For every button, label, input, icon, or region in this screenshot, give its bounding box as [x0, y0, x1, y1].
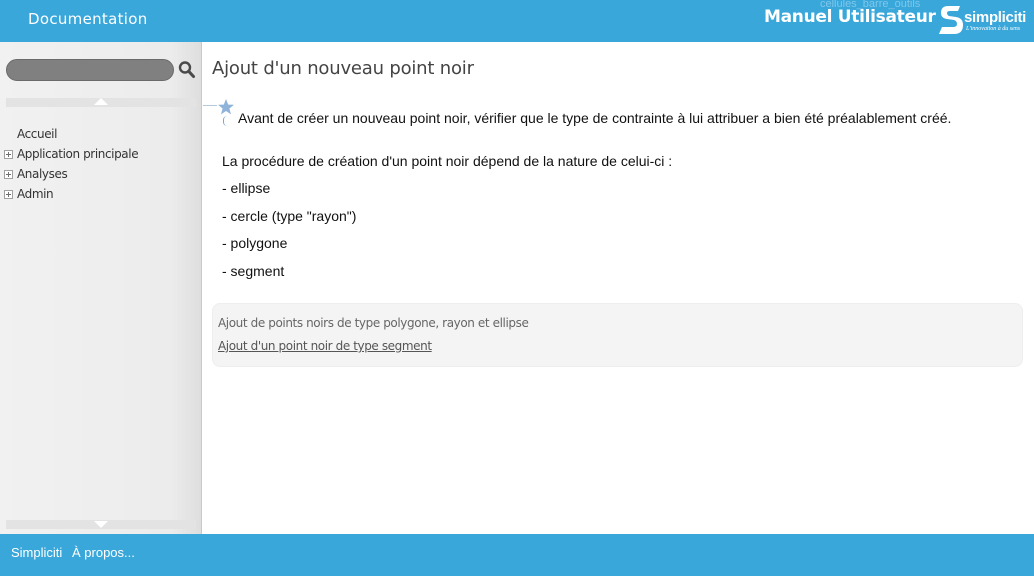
search-button[interactable] — [178, 60, 196, 80]
tree-scroll-down-button[interactable] — [6, 520, 196, 529]
related-current-page: Ajout de points noirs de type polygone, … — [218, 316, 529, 330]
tree-scroll-up-button[interactable] — [6, 98, 196, 107]
sidebar: Accueil Application principale Analyses … — [0, 42, 202, 534]
note-text: Avant de créer un nouveau point noir, vé… — [238, 110, 952, 126]
simpliciti-s-logo-icon — [939, 6, 963, 34]
note-connector-line — [203, 105, 217, 106]
tree-item-label: Admin — [17, 187, 54, 201]
logo-wordmark: simpliciti — [964, 9, 1027, 26]
chevron-up-icon — [94, 98, 108, 105]
tree-item-application-principale[interactable]: Application principale — [0, 144, 200, 164]
footer-bar: Simpliciti À propos... — [0, 534, 1034, 576]
documentation-title[interactable]: Documentation — [28, 10, 148, 28]
tree-item-accueil[interactable]: Accueil — [0, 124, 200, 144]
tree-item-admin[interactable]: Admin — [0, 184, 200, 204]
expand-plus-icon[interactable] — [4, 150, 13, 159]
expand-plus-icon[interactable] — [4, 170, 13, 179]
top-header-bar: Documentation cellules_barre_outils Manu… — [0, 0, 1034, 42]
search-icon — [178, 61, 195, 78]
chevron-down-icon — [94, 521, 108, 528]
list-item: - polygone — [222, 235, 288, 251]
note-bracket-icon — [223, 116, 227, 126]
expand-plus-icon[interactable] — [4, 190, 13, 199]
list-item: - ellipse — [222, 180, 271, 196]
tree-item-label: Application principale — [17, 147, 139, 161]
main-content: Ajout d'un nouveau point noir Avant de c… — [203, 42, 1034, 534]
tree-item-label: Analyses — [17, 167, 68, 181]
simpliciti-logo[interactable]: simpliciti L'innovation à du sens — [938, 4, 1030, 38]
tree-item-label: Accueil — [17, 127, 58, 141]
list-item: - cercle (type "rayon") — [222, 208, 357, 224]
footer-link-simpliciti[interactable]: Simpliciti — [11, 545, 62, 560]
related-link-segment[interactable]: Ajout d'un point noir de type segment — [218, 339, 432, 353]
logo-tagline: L'innovation à du sens — [966, 26, 1021, 32]
tree-item-analyses[interactable]: Analyses — [0, 164, 200, 184]
navigation-tree: Accueil Application principale Analyses … — [0, 124, 200, 204]
search-input[interactable] — [6, 59, 174, 81]
list-item: - segment — [222, 263, 285, 279]
footer-link-about[interactable]: À propos... — [72, 545, 135, 560]
star-icon — [218, 99, 234, 115]
intro-paragraph: La procédure de création d'un point noir… — [222, 153, 673, 169]
page-title: Ajout d'un nouveau point noir — [212, 58, 474, 79]
related-pages-box: Ajout de points noirs de type polygone, … — [212, 303, 1023, 367]
manual-title: Manuel Utilisateur — [764, 7, 936, 27]
